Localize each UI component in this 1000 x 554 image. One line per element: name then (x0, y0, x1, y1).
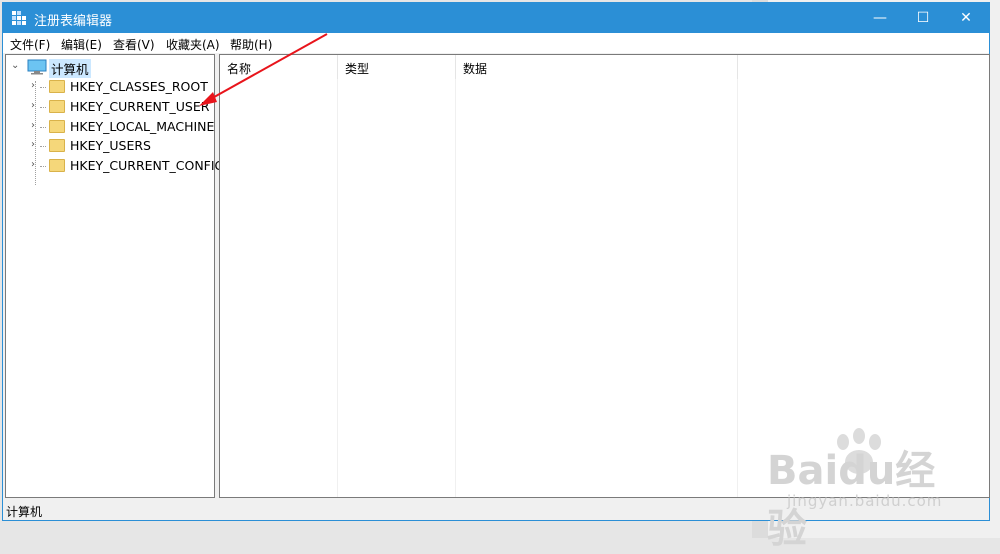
chevron-right-icon[interactable]: › (31, 80, 41, 92)
folder-icon (49, 159, 65, 172)
menu-view[interactable]: 查看(V) (113, 36, 155, 53)
column-header-type[interactable]: 类型 (338, 55, 456, 79)
chevron-right-icon[interactable]: › (31, 139, 41, 151)
registry-app-icon (12, 11, 26, 25)
folder-icon (49, 139, 65, 152)
baidu-watermark: Baidu经验 jingyan.baidu.com (757, 428, 957, 552)
folder-icon (49, 100, 65, 113)
computer-icon (27, 59, 47, 75)
folder-icon (49, 120, 65, 133)
column-divider (455, 79, 456, 497)
annotation-arrow-icon (199, 33, 328, 106)
chevron-right-icon[interactable]: › (31, 120, 41, 132)
watermark-url: jingyan.baidu.com (787, 492, 943, 510)
tree-node-label: HKEY_CURRENT_USER (70, 99, 210, 114)
column-divider (337, 79, 338, 497)
tree-node-label: HKEY_USERS (70, 138, 151, 153)
tree-node-label: HKEY_LOCAL_MACHINE (70, 119, 215, 134)
tree-node-hkey-classes-root[interactable]: › HKEY_CLASSES_ROOT (31, 78, 211, 96)
tree-node-hkey-current-user[interactable]: › HKEY_CURRENT_USER (31, 98, 211, 116)
tree-node-hkey-local-machine[interactable]: › HKEY_LOCAL_MACHINE (31, 118, 215, 136)
chevron-right-icon[interactable]: › (31, 100, 41, 112)
column-header-data[interactable]: 数据 (456, 55, 738, 79)
column-divider (737, 79, 738, 497)
chevron-right-icon[interactable]: › (31, 159, 41, 171)
folder-icon (49, 80, 65, 93)
menu-bar: 文件(F) 编辑(E) 查看(V) 收藏夹(A) 帮助(H) (3, 33, 989, 53)
tree-node-computer[interactable]: ⌄ 计算机 (11, 58, 211, 78)
tree-node-label: 计算机 (49, 59, 91, 78)
tree-node-hkey-current-config[interactable]: › HKEY_CURRENT_CONFIG (31, 157, 224, 175)
maximize-button[interactable]: ☐ (900, 3, 946, 33)
tree-pane[interactable]: ⌄ 计算机 › HKEY_CLASSES_ROOT › HKEY_CURRENT… (5, 54, 224, 498)
title-bar[interactable]: 注册表编辑器 — ☐ ✕ (3, 3, 989, 33)
menu-file[interactable]: 文件(F) (10, 36, 50, 53)
window-title: 注册表编辑器 (34, 14, 113, 29)
chevron-down-icon[interactable]: ⌄ (11, 60, 21, 72)
tree-node-hkey-users[interactable]: › HKEY_USERS (31, 137, 211, 155)
status-path: 计算机 (6, 505, 43, 519)
tree-node-label: HKEY_CURRENT_CONFIG (70, 158, 225, 173)
minimize-button[interactable]: — (857, 3, 903, 33)
menu-edit[interactable]: 编辑(E) (61, 36, 102, 53)
tree-node-label: HKEY_CLASSES_ROOT (70, 79, 208, 94)
close-button[interactable]: ✕ (943, 3, 989, 33)
